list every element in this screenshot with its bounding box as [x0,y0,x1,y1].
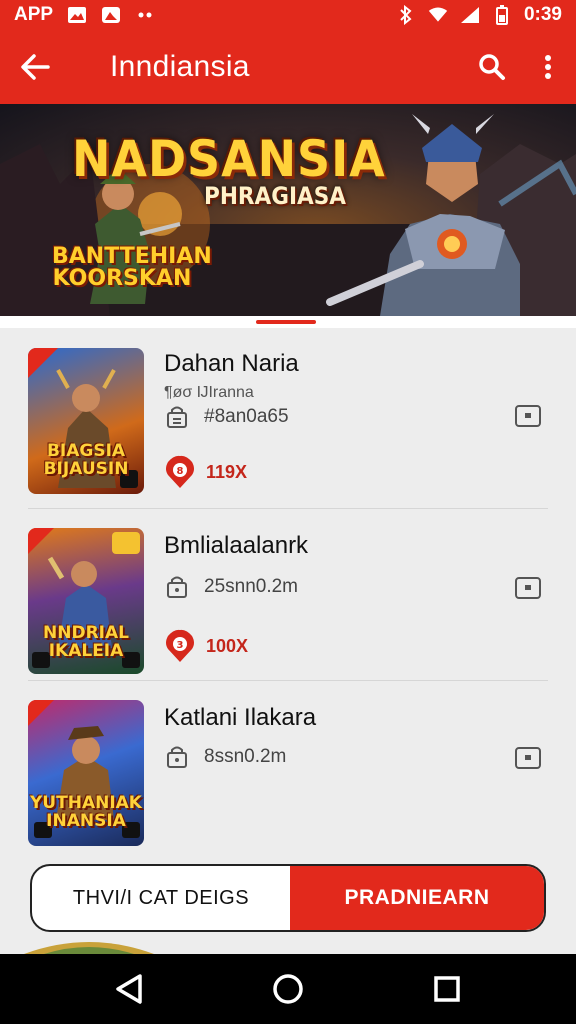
image-icon [67,5,87,25]
more-vert-icon [545,55,551,79]
page-title: Inndiansia [110,50,250,83]
signal-icon [460,5,480,25]
banner-badge: BANTTEHIAN KOORSKAN [52,244,212,291]
download-button[interactable] [514,404,542,428]
triangle-back-icon [116,974,143,1004]
game-rating-value: 100X [206,635,249,656]
game-thumbnail: BIAGSIA BIJAUSIN [28,348,144,494]
categories-button[interactable]: THVI/I CAT DEIGS [32,866,290,930]
wifi-icon [428,5,448,25]
bluetooth-icon [396,5,416,25]
lock-icon [164,744,190,770]
nav-recents-button[interactable] [417,959,477,1019]
game-meta-value: #8an0a65 [204,406,289,427]
game-rating-value: 119X [206,461,248,482]
list-item[interactable]: YUTHANIAK INANSIA Katlani Ilakara 8ssn0.… [28,680,548,846]
banner-page-indicator [256,320,316,324]
status-bar: APP 0:39 [0,0,576,30]
segmented-control: THVI/I CAT DEIGS PRADNIEARN [30,864,546,932]
save-icon [515,577,541,599]
thumbnail-line1: NNDRIAL [43,623,129,643]
thumbnail-line1: YUTHANIAK [30,793,142,813]
nav-back-button[interactable] [99,959,159,1019]
next-item-peek [24,940,154,954]
primary-action-button[interactable]: PRADNIEARN [290,866,544,930]
search-icon [479,54,505,80]
status-app-label: APP [14,4,54,25]
game-title: Katlani Ilakara [164,704,317,731]
lock-icon [164,404,190,430]
game-meta: 8ssn0.2m [164,744,286,770]
save-icon [515,747,541,769]
more-notifications-icon [135,5,155,25]
nav-home-button[interactable] [258,959,318,1019]
game-title: Bmlialaalanrk [164,532,309,559]
game-meta: 25snn0.2m [164,574,298,600]
game-title: Dahan Naria [164,350,299,377]
thumbnail-line2: IKALEIA [48,641,124,661]
thumbnail-line2: INANSIA [46,811,126,831]
svg-text:3: 3 [177,640,184,651]
featured-banner[interactable]: NADSANSIA PHRAGIASA BANTTEHIAN KOORSKAN [0,104,576,316]
photo-icon [101,5,121,25]
game-meta-value: 8ssn0.2m [204,746,287,767]
game-rating: 3 100X [164,628,248,664]
status-time: 0:39 [523,4,562,25]
game-thumbnail: NNDRIAL IKALEIA [28,528,144,674]
banner-subtitle: PHRAGIASA [204,182,347,210]
system-nav-bar [0,954,576,1024]
banner-badge-line1: BANTTEHIAN [52,244,212,269]
list-item[interactable]: BIAGSIA BIJAUSIN Dahan Naria ¶øσ ĲIranna… [28,328,548,494]
square-recents-icon [433,976,460,1002]
rating-badge-icon: 3 [166,629,194,662]
banner-badge-line2: KOORSKAN [52,266,192,291]
thumbnail-line1: BIAGSIA [46,441,126,461]
list-item[interactable]: NNDRIAL IKALEIA Bmlialaalanrk 25snn0.2m … [28,508,548,674]
app-bar: Inndiansia [0,30,576,104]
search-button[interactable] [464,30,520,104]
save-icon [515,405,541,427]
battery-icon [492,5,512,25]
svg-text:8: 8 [177,466,184,477]
game-meta-value: 25snn0.2m [204,576,299,597]
game-thumbnail: YUTHANIAK INANSIA [28,700,144,846]
download-button[interactable] [514,576,542,600]
download-button[interactable] [514,746,542,770]
rating-badge-icon: 8 [166,455,194,488]
game-subtitle: ¶øσ ĲIranna [164,384,254,401]
circle-home-icon [273,974,303,1004]
game-meta: #8an0a65 [164,404,289,430]
banner-title: NADSANSIA [72,130,386,188]
thumbnail-line2: BIJAUSIN [43,459,129,479]
game-rating: 8 119X [164,454,247,490]
lock-icon [164,574,190,600]
back-button[interactable] [0,30,70,104]
overflow-menu-button[interactable] [520,30,576,104]
arrow-back-icon [21,54,50,80]
